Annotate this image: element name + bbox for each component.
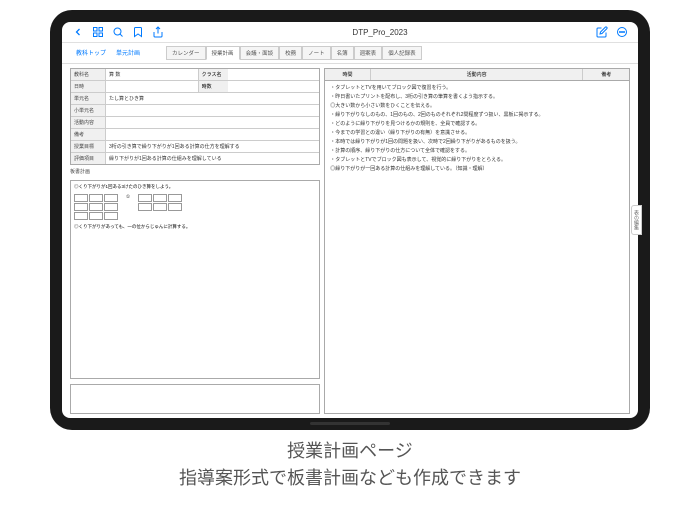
right-column: 時間 活動内容 備考 ・タブレットとTVを用いてブロック図で復習を行う。 ・昨日… bbox=[324, 68, 630, 414]
plan-text-1: ◎くり下がりが1回ある3けたのひき算をしよう。 bbox=[74, 184, 316, 190]
col-activity: 活動内容 bbox=[371, 69, 584, 80]
label-subject: 教科名 bbox=[71, 69, 106, 80]
list-item: ・タブレットとTVでブロック図も表示して、視覚的に繰り下がりをとらえる。 bbox=[330, 156, 624, 164]
list-item: ・計算の順序、繰り下がりの仕方について全体で確認をする。 bbox=[330, 147, 624, 155]
edit-table-button[interactable]: 表の編集 bbox=[631, 205, 638, 235]
label-eval: 評価項目 bbox=[71, 153, 106, 164]
screen: DTP_Pro_2023 教科トップ 単元計画 カレンダー 授業計画 会議・面談… bbox=[62, 22, 638, 418]
val-act[interactable] bbox=[106, 117, 319, 128]
crumb-top[interactable]: 教科トップ bbox=[72, 46, 110, 60]
left-column: 教科名算 数クラス名 日時時数 単元名たし算とひき算 小単元名 活動内容 備考 … bbox=[70, 68, 320, 414]
label-class: クラス名 bbox=[198, 69, 228, 80]
val-note[interactable] bbox=[106, 129, 319, 140]
label-note: 備考 bbox=[71, 129, 106, 140]
caption-line-2: 指導案形式で板書計画なども作成できます bbox=[0, 465, 700, 492]
list-item: ・繰り下がりなしのもの、1回のもの、2回のものそれぞれ2問程度ずつ扱い、黒板に掲… bbox=[330, 111, 624, 119]
tablet-frame: DTP_Pro_2023 教科トップ 単元計画 カレンダー 授業計画 会議・面談… bbox=[50, 10, 650, 430]
caption-line-1: 授業計画ページ bbox=[0, 438, 700, 465]
label-sub: 小単元名 bbox=[71, 105, 106, 116]
memo-box[interactable] bbox=[70, 384, 320, 414]
board-plan[interactable]: ◎くり下がりが1回ある3けたのひき算をしよう。 ① ◎くり下がりがあっても、一の… bbox=[70, 180, 320, 379]
tab-meeting[interactable]: 会議・面談 bbox=[240, 46, 280, 60]
tab-calendar[interactable]: カレンダー bbox=[166, 46, 206, 60]
doc-title: DTP_Pro_2023 bbox=[164, 28, 596, 37]
more-icon[interactable] bbox=[616, 26, 628, 38]
val-goal[interactable]: 3桁の引き算で繰り下がりが1回ある計算の仕方を理解する bbox=[106, 141, 319, 152]
list-item: ・昨日書いたプリントを配布し、3桁の引き算の筆算を書くよう指示する。 bbox=[330, 93, 624, 101]
plan-label: 板書計画 bbox=[70, 168, 320, 175]
activity-table: 時間 活動内容 備考 ・タブレットとTVを用いてブロック図で復習を行う。 ・昨日… bbox=[324, 68, 630, 414]
val-period[interactable] bbox=[228, 81, 320, 92]
bookmark-icon[interactable] bbox=[132, 26, 144, 38]
edit-icon[interactable] bbox=[596, 26, 608, 38]
topbar: DTP_Pro_2023 bbox=[62, 22, 638, 43]
val-subject[interactable]: 算 数 bbox=[106, 69, 198, 80]
label-goal: 授業目標 bbox=[71, 141, 106, 152]
val-eval[interactable]: 繰り下がりが1回ある計算の仕組みを理解している bbox=[106, 153, 319, 164]
val-date[interactable] bbox=[106, 81, 198, 92]
back-icon[interactable] bbox=[72, 26, 84, 38]
tab-duties[interactable]: 校務 bbox=[279, 46, 302, 60]
list-item: ・タブレットとTVを用いてブロック図で復習を行う。 bbox=[330, 84, 624, 92]
col-remarks: 備考 bbox=[583, 69, 629, 80]
crumb-unit[interactable]: 単元計画 bbox=[112, 46, 144, 60]
tab-lesson-plan[interactable]: 授業計画 bbox=[206, 46, 240, 60]
activity-body[interactable]: ・タブレットとTVを用いてブロック図で復習を行う。 ・昨日書いたプリントを配布し… bbox=[325, 81, 629, 413]
caption: 授業計画ページ 指導案形式で板書計画なども作成できます bbox=[0, 438, 700, 492]
list-item: ・今までの学習との違い（繰り下がりの有無）を意識させる。 bbox=[330, 129, 624, 137]
list-item: ◎大きい数から小さい数をひくことを伝える。 bbox=[330, 102, 624, 110]
mini-diagrams: ① bbox=[74, 194, 316, 220]
content: 教科名算 数クラス名 日時時数 単元名たし算とひき算 小単元名 活動内容 備考 … bbox=[62, 64, 638, 418]
val-sub[interactable] bbox=[106, 105, 319, 116]
search-icon[interactable] bbox=[112, 26, 124, 38]
tab-record[interactable]: 個人記録表 bbox=[382, 46, 422, 60]
label-unit: 単元名 bbox=[71, 93, 106, 104]
col-time: 時間 bbox=[325, 69, 371, 80]
list-item: ◎繰り下がりが一回ある計算の仕組みを理解している。（知識・理解） bbox=[330, 165, 624, 173]
tabs: カレンダー 授業計画 会議・面談 校務 ノート 名簿 週案表 個人記録表 bbox=[166, 46, 422, 60]
val-class[interactable] bbox=[228, 69, 320, 80]
share-icon[interactable] bbox=[152, 26, 164, 38]
tab-roster[interactable]: 名簿 bbox=[331, 46, 354, 60]
label-date: 日時 bbox=[71, 81, 106, 92]
list-item: ・本時では繰り下がりが1回の問題を扱い、次時で2回繰り下がりがあるものを扱う。 bbox=[330, 138, 624, 146]
plan-text-2: ◎くり下がりがあっても、一の位からじゅんに計算する。 bbox=[74, 224, 316, 230]
tab-weekly[interactable]: 週案表 bbox=[354, 46, 383, 60]
val-unit[interactable]: たし算とひき算 bbox=[106, 93, 319, 104]
label-period: 時数 bbox=[198, 81, 228, 92]
tab-note[interactable]: ノート bbox=[302, 46, 331, 60]
label-act: 活動内容 bbox=[71, 117, 106, 128]
tabs-row: 教科トップ 単元計画 カレンダー 授業計画 会議・面談 校務 ノート 名簿 週案… bbox=[62, 43, 638, 64]
list-item: ・どのように繰り下がりを見つけるかの規則を、全員で確認する。 bbox=[330, 120, 624, 128]
info-table: 教科名算 数クラス名 日時時数 単元名たし算とひき算 小単元名 活動内容 備考 … bbox=[70, 68, 320, 165]
grid-icon[interactable] bbox=[92, 26, 104, 38]
